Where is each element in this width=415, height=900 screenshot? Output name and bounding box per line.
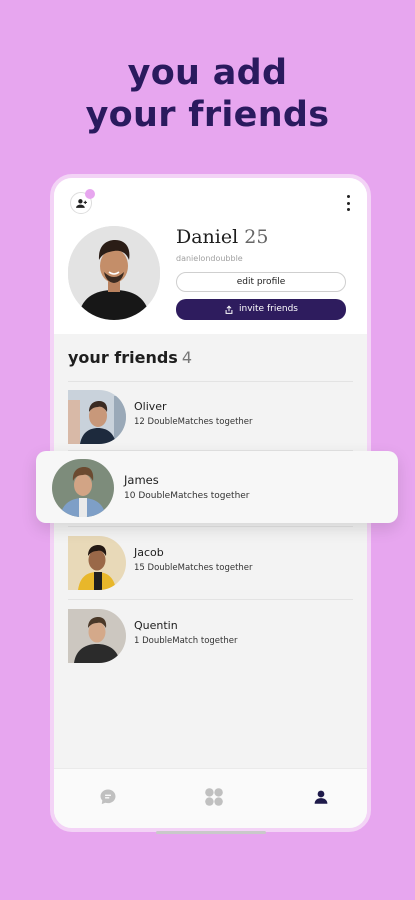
divider <box>68 526 353 527</box>
friend-row-oliver[interactable]: Oliver 12 DoubleMatches together <box>68 386 353 446</box>
friend-name: Oliver <box>134 400 167 413</box>
edit-profile-button[interactable]: edit profile <box>176 272 346 292</box>
add-friend-button[interactable] <box>70 189 95 214</box>
profile-age: 25 <box>244 226 269 248</box>
friends-count: 4 <box>181 348 193 367</box>
share-icon <box>225 305 233 314</box>
friend-photo <box>68 390 126 444</box>
divider <box>68 599 353 600</box>
person-plus-icon <box>75 198 87 208</box>
friends-title: your friends <box>68 348 178 367</box>
grid-clover-icon <box>205 788 223 806</box>
friends-section-title: your friends 4 <box>68 348 192 367</box>
friend-name: Jacob <box>134 546 164 559</box>
profile-name: Daniel 25 <box>176 226 268 248</box>
chat-bubble-icon <box>100 789 116 805</box>
invite-friends-button[interactable]: invite friends <box>176 299 346 320</box>
friend-matches: 10 DoubleMatches together <box>124 491 250 501</box>
kebab-dot <box>346 201 350 205</box>
friend-photo <box>68 609 126 663</box>
bottom-navigation <box>54 768 367 828</box>
nav-profile-button[interactable] <box>307 785 335 809</box>
more-menu-button[interactable] <box>343 192 353 214</box>
divider <box>68 381 353 382</box>
notification-badge <box>85 189 95 199</box>
friend-row-james[interactable]: James 10 DoubleMatches together <box>36 451 398 523</box>
friend-avatar <box>52 459 114 517</box>
friend-row-quentin[interactable]: Quentin 1 DoubleMatch together <box>68 605 353 665</box>
profile-avatar[interactable] <box>68 226 160 320</box>
kebab-dot <box>346 208 350 211</box>
friend-matches: 12 DoubleMatches together <box>134 417 253 427</box>
friend-matches: 15 DoubleMatches together <box>134 563 253 573</box>
profile-username: danielondoubble <box>176 254 243 263</box>
friend-avatar <box>68 390 126 444</box>
profile-first-name: Daniel <box>176 226 239 248</box>
headline-line-2: your friends <box>85 95 330 135</box>
friend-photo <box>52 459 114 517</box>
home-indicator <box>155 831 266 834</box>
friend-matches: 1 DoubleMatch together <box>134 636 238 646</box>
headline: you add your friends <box>0 52 415 136</box>
profile-photo <box>68 226 160 320</box>
friend-name: James <box>124 473 159 487</box>
invite-friends-label: invite friends <box>239 304 298 314</box>
friend-photo <box>68 536 126 590</box>
nav-chat-button[interactable] <box>94 785 122 809</box>
friend-name: Quentin <box>134 619 178 632</box>
friend-avatar <box>68 536 126 590</box>
profile-header: Daniel 25 danielondoubble edit profile i… <box>54 178 367 334</box>
friend-avatar <box>68 609 126 663</box>
headline-line-1: you add <box>127 53 288 93</box>
person-icon <box>314 790 328 804</box>
kebab-dot <box>346 195 350 198</box>
nav-matches-button[interactable] <box>200 785 228 809</box>
friend-row-jacob[interactable]: Jacob 15 DoubleMatches together <box>68 532 353 592</box>
